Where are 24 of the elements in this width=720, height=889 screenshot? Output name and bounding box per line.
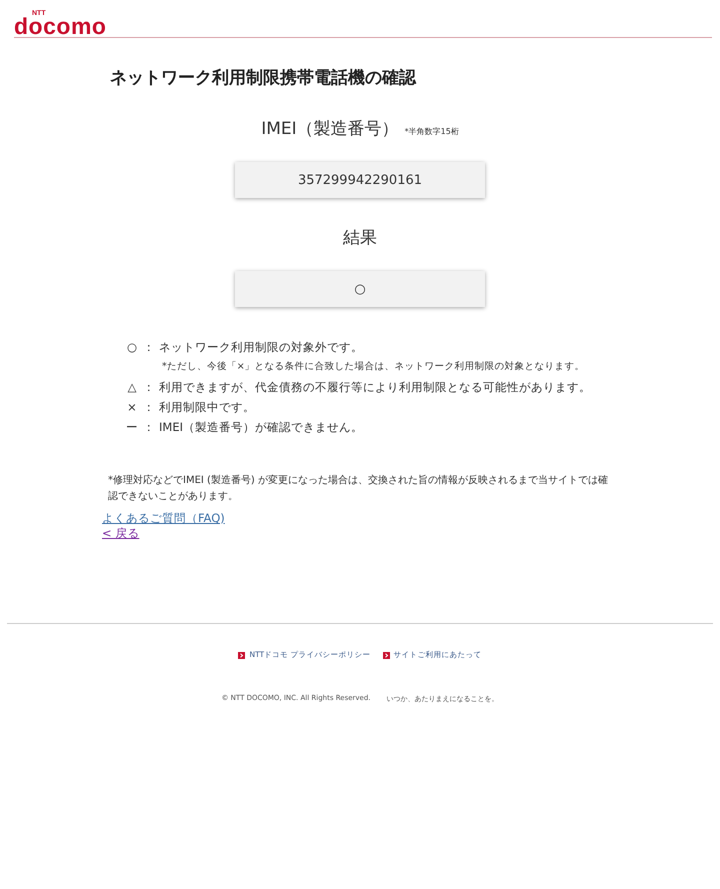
- legend-colon: ：: [142, 400, 156, 414]
- text-link[interactable]: < 戻る: [102, 526, 140, 541]
- legend-symbol: △: [126, 380, 138, 394]
- legend-text: IMEI（製造番号）が確認できません。: [159, 420, 363, 434]
- arrow-icon: [238, 652, 246, 658]
- imei-note: *半角数字15桁: [404, 126, 459, 137]
- legend-text: ネットワーク利用制限の対象外です。: [159, 340, 363, 354]
- imei-label: IMEI（製造番号）: [261, 118, 399, 140]
- result-label: 結果: [343, 227, 377, 249]
- arrow-icon: [382, 652, 390, 658]
- notice-text: *修理対応などでIMEI (製造番号) が変更になった場合は、交換された旨の情報が反映されるまで当サイトでは確認できないことがあります。: [108, 474, 610, 504]
- result-field: ○: [235, 271, 485, 307]
- legend-note: *ただし、今後「×」となる条件に合致した場合は、ネットワーク利用制限の対象となります。: [162, 360, 586, 374]
- legend-symbol: ○: [126, 340, 138, 354]
- legend-symbol: ×: [126, 400, 138, 414]
- legend-text: 利用できますが、代金債務の不履行等により利用制限となる可能性があります。: [159, 380, 591, 394]
- legend-symbol: ー: [125, 420, 139, 434]
- legend-colon: ：: [142, 420, 156, 434]
- text-link[interactable]: よくあるご質問（FAQ): [102, 511, 225, 526]
- legend-colon: ：: [142, 380, 156, 394]
- legend-text: 利用制限中です。: [159, 400, 255, 414]
- legend-colon: ：: [142, 340, 156, 354]
- page-title: ネットワーク利用制限携帯電話機の確認: [110, 67, 418, 89]
- imei-field: 357299942290161: [235, 162, 485, 198]
